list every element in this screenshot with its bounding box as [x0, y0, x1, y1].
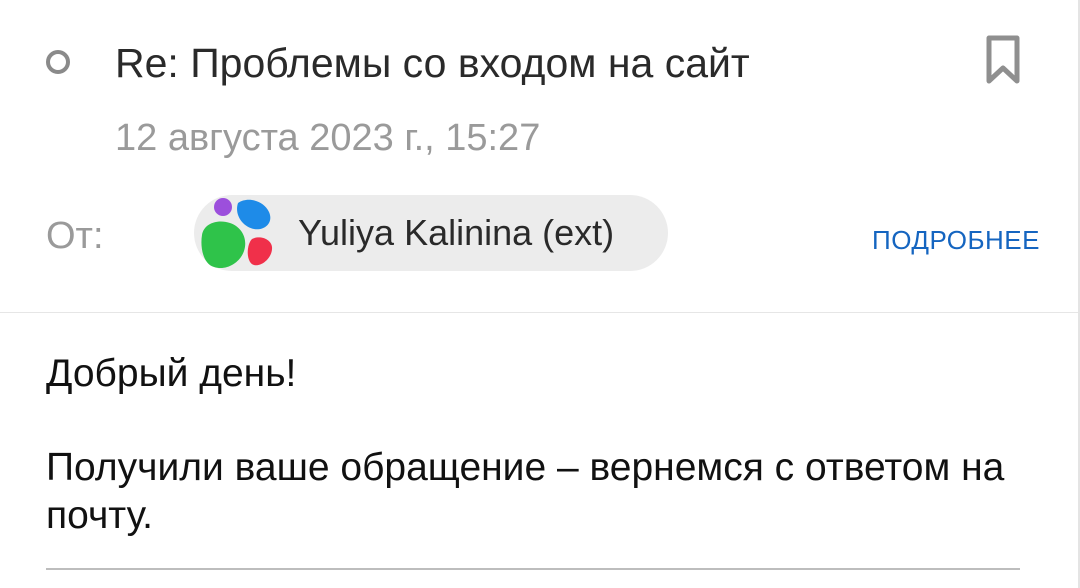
details-link[interactable]: ПОДРОБНЕЕ: [872, 224, 1040, 256]
email-header: Re: Проблемы со входом на сайт 12 август…: [0, 0, 1080, 312]
unread-indicator-icon[interactable]: [46, 50, 70, 74]
email-greeting: Добрый день!: [46, 352, 297, 395]
sender-avatar-icon: [201, 198, 273, 269]
header-divider: [0, 312, 1078, 313]
email-body: Добрый день! Получили ваше обращение – в…: [46, 350, 1046, 540]
email-message: Получили ваше обращение – вернемся с отв…: [46, 446, 1005, 537]
bookmark-icon[interactable]: [984, 34, 1022, 86]
from-label: От:: [46, 215, 104, 257]
email-subject: Re: Проблемы со входом на сайт: [115, 40, 750, 86]
email-view: Re: Проблемы со входом на сайт 12 август…: [0, 0, 1080, 588]
sender-chip[interactable]: Yuliya Kalinina (ext): [194, 195, 668, 271]
sender-name: Yuliya Kalinina (ext): [298, 212, 615, 253]
body-divider: [46, 568, 1020, 570]
email-date: 12 августа 2023 г., 15:27: [115, 117, 541, 159]
